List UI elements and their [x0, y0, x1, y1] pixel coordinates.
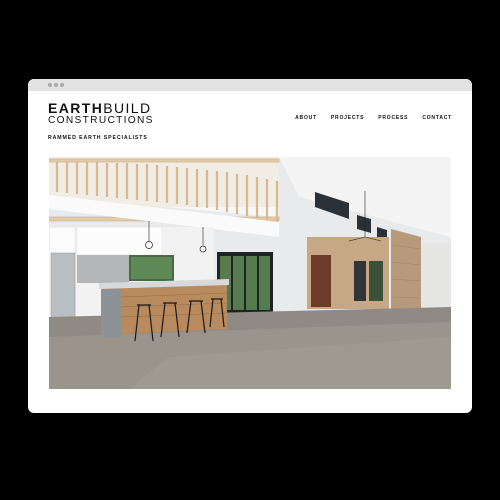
- logo-word-earth: EARTH: [48, 100, 104, 116]
- nav-projects[interactable]: PROJECTS: [331, 115, 364, 121]
- site-tagline: RAMMED EARTH SPECIALISTS: [48, 135, 148, 141]
- logo-word-constructions: CONSTRUCTIONS: [48, 115, 154, 126]
- nav-about[interactable]: ABOUT: [295, 115, 317, 121]
- logo-word-build: BUILD: [103, 100, 152, 116]
- site-logo[interactable]: EARTHBUILD CONSTRUCTIONS: [48, 101, 154, 126]
- browser-window: EARTHBUILD CONSTRUCTIONS RAMMED EARTH SP…: [28, 79, 472, 413]
- browser-titlebar: [28, 79, 472, 91]
- main-nav: ABOUT PROJECTS PROCESS CONTACT: [295, 115, 452, 121]
- nav-contact[interactable]: CONTACT: [422, 115, 452, 121]
- hero-illustration: [49, 157, 451, 389]
- hero-image: [49, 157, 451, 389]
- window-dot: [60, 83, 64, 87]
- window-dot: [48, 83, 52, 87]
- window-dot: [54, 83, 58, 87]
- nav-process[interactable]: PROCESS: [378, 115, 408, 121]
